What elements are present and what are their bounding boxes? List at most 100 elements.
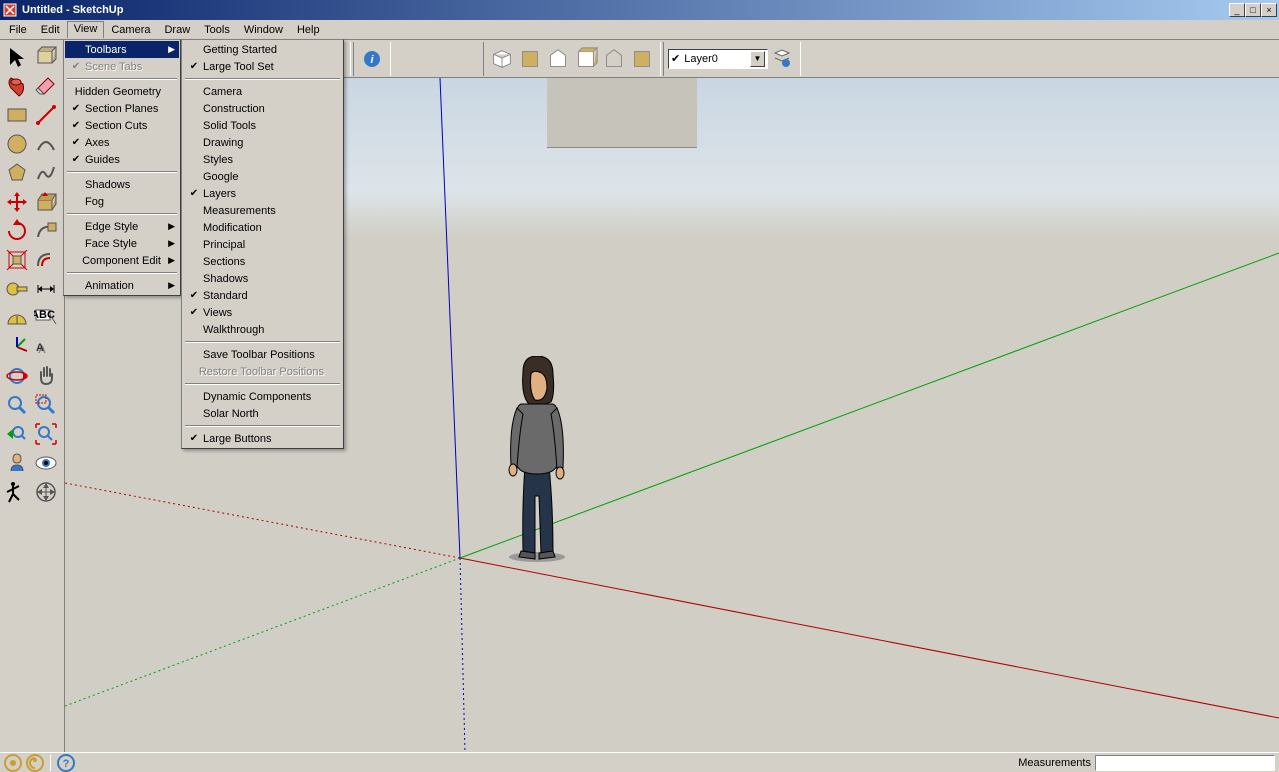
walk-tool[interactable] [2, 477, 31, 506]
circle-tool[interactable] [2, 129, 31, 158]
toolbars-menu-item-views[interactable]: ✔Views [183, 304, 342, 321]
toolbars-menu-item-layers[interactable]: ✔Layers [183, 185, 342, 202]
info-button[interactable]: i [358, 45, 386, 73]
toolbars-menu-separator [185, 383, 340, 385]
help-icon[interactable]: ? [57, 754, 75, 772]
view-menu-item-section-cuts[interactable]: ✔Section Cuts [65, 117, 179, 134]
toolbars-menu-item-drawing[interactable]: Drawing [183, 134, 342, 151]
menu-view[interactable]: View [67, 21, 105, 38]
pushpull-tool[interactable] [31, 187, 60, 216]
select-tool[interactable] [2, 42, 31, 71]
view-menu-item-fog[interactable]: Fog [65, 193, 179, 210]
toolbars-menu-separator [185, 341, 340, 343]
view-top-button[interactable] [516, 45, 544, 73]
pan-tool[interactable] [31, 361, 60, 390]
toolbars-menu-item-principal[interactable]: Principal [183, 236, 342, 253]
toolbars-menu-item-sections[interactable]: Sections [183, 253, 342, 270]
menu-draw[interactable]: Draw [157, 22, 197, 38]
view-menu-item-section-planes[interactable]: ✔Section Planes [65, 100, 179, 117]
toolbars-menu-item-walkthrough[interactable]: Walkthrough [183, 321, 342, 338]
measurements-input[interactable] [1095, 755, 1275, 771]
toolbars-menu-item-dynamic-components[interactable]: Dynamic Components [183, 388, 342, 405]
paint-tool[interactable] [2, 71, 31, 100]
toolbars-menu-item-large-tool-set[interactable]: ✔Large Tool Set [183, 58, 342, 75]
check-icon: ✔ [69, 154, 83, 165]
orbit-tool[interactable] [2, 361, 31, 390]
dimension-tool[interactable] [31, 274, 60, 303]
toolbars-menu-item-solid-tools[interactable]: Solid Tools [183, 117, 342, 134]
view-menu-item-toolbars[interactable]: Toolbars▶ [65, 41, 179, 58]
3dtext-tool[interactable]: AA [31, 332, 60, 361]
chevron-down-icon: ▼ [750, 51, 765, 67]
followme-tool[interactable] [31, 216, 60, 245]
view-back-button[interactable] [600, 45, 628, 73]
rectangle-tool[interactable] [2, 100, 31, 129]
view-menu-item-axes[interactable]: ✔Axes [65, 134, 179, 151]
menu-item-label: Restore Toolbar Positions [197, 366, 324, 378]
menu-item-label: Drawing [201, 137, 324, 149]
polygon-tool[interactable] [2, 158, 31, 187]
close-button[interactable]: × [1261, 3, 1277, 17]
toolbars-menu-item-styles[interactable]: Styles [183, 151, 342, 168]
window-buttons: _ □ × [1229, 3, 1277, 17]
view-front-button[interactable] [544, 45, 572, 73]
zoom-tool[interactable] [2, 390, 31, 419]
toolbars-menu-item-measurements[interactable]: Measurements [183, 202, 342, 219]
menu-tools[interactable]: Tools [197, 22, 237, 38]
toolbars-menu-item-large-buttons[interactable]: ✔Large Buttons [183, 430, 342, 447]
menu-file[interactable]: File [2, 22, 34, 38]
toolbars-menu-item-google[interactable]: Google [183, 168, 342, 185]
toolbars-menu-item-save-toolbar-positions[interactable]: Save Toolbar Positions [183, 346, 342, 363]
scale-tool[interactable] [2, 245, 31, 274]
rotate-tool[interactable] [2, 216, 31, 245]
credits-icon[interactable] [26, 754, 44, 772]
toolbars-menu-item-construction[interactable]: Construction [183, 100, 342, 117]
menu-item-label: Dynamic Components [201, 391, 324, 403]
zoomwindow-tool[interactable] [31, 390, 60, 419]
toolbars-menu-item-shadows[interactable]: Shadows [183, 270, 342, 287]
view-iso-button[interactable] [488, 45, 516, 73]
view-menu-item-guides[interactable]: ✔Guides [65, 151, 179, 168]
view-menu-separator [67, 213, 177, 215]
layer-dropdown[interactable]: ✔ Layer0 ▼ [668, 49, 768, 69]
component-tool[interactable] [31, 42, 60, 71]
menu-edit[interactable]: Edit [34, 22, 67, 38]
toolbars-menu-item-standard[interactable]: ✔Standard [183, 287, 342, 304]
minimize-button[interactable]: _ [1229, 3, 1245, 17]
measurements-label: Measurements [1018, 757, 1091, 769]
move-tool[interactable] [2, 187, 31, 216]
maximize-button[interactable]: □ [1245, 3, 1261, 17]
section-tool[interactable] [31, 477, 60, 506]
line-tool[interactable] [31, 100, 60, 129]
view-left-button[interactable] [628, 45, 656, 73]
toolbars-menu-item-camera[interactable]: Camera [183, 83, 342, 100]
view-menu-item-face-style[interactable]: Face Style▶ [65, 235, 179, 252]
text-tool[interactable]: ABC [31, 303, 60, 332]
view-menu-item-shadows[interactable]: Shadows [65, 176, 179, 193]
layer-manager-button[interactable] [768, 45, 796, 73]
toolbars-menu-item-solar-north[interactable]: Solar North [183, 405, 342, 422]
menu-camera[interactable]: Camera [104, 22, 157, 38]
toolbars-menu-item-getting-started[interactable]: Getting Started [183, 41, 342, 58]
offset-tool[interactable] [31, 245, 60, 274]
view-menu-item-animation[interactable]: Animation▶ [65, 277, 179, 294]
toolbars-menu-item-modification[interactable]: Modification [183, 219, 342, 236]
protractor-tool[interactable] [2, 303, 31, 332]
position-camera-tool[interactable] [2, 448, 31, 477]
view-menu-item-hidden-geometry[interactable]: Hidden Geometry [65, 83, 179, 100]
axes-tool[interactable] [2, 332, 31, 361]
check-icon: ✔ [69, 120, 83, 131]
freehand-tool[interactable] [31, 158, 60, 187]
view-menu-item-edge-style[interactable]: Edge Style▶ [65, 218, 179, 235]
menu-help[interactable]: Help [290, 22, 327, 38]
view-menu-item-component-edit[interactable]: Component Edit▶ [65, 252, 179, 269]
geo-location-icon[interactable] [4, 754, 22, 772]
eraser-tool[interactable] [31, 71, 60, 100]
arc-tool[interactable] [31, 129, 60, 158]
zoomextents-tool[interactable] [31, 419, 60, 448]
lookaround-tool[interactable] [31, 448, 60, 477]
view-right-button[interactable] [572, 45, 600, 73]
menu-window[interactable]: Window [237, 22, 290, 38]
tape-tool[interactable] [2, 274, 31, 303]
previous-tool[interactable] [2, 419, 31, 448]
